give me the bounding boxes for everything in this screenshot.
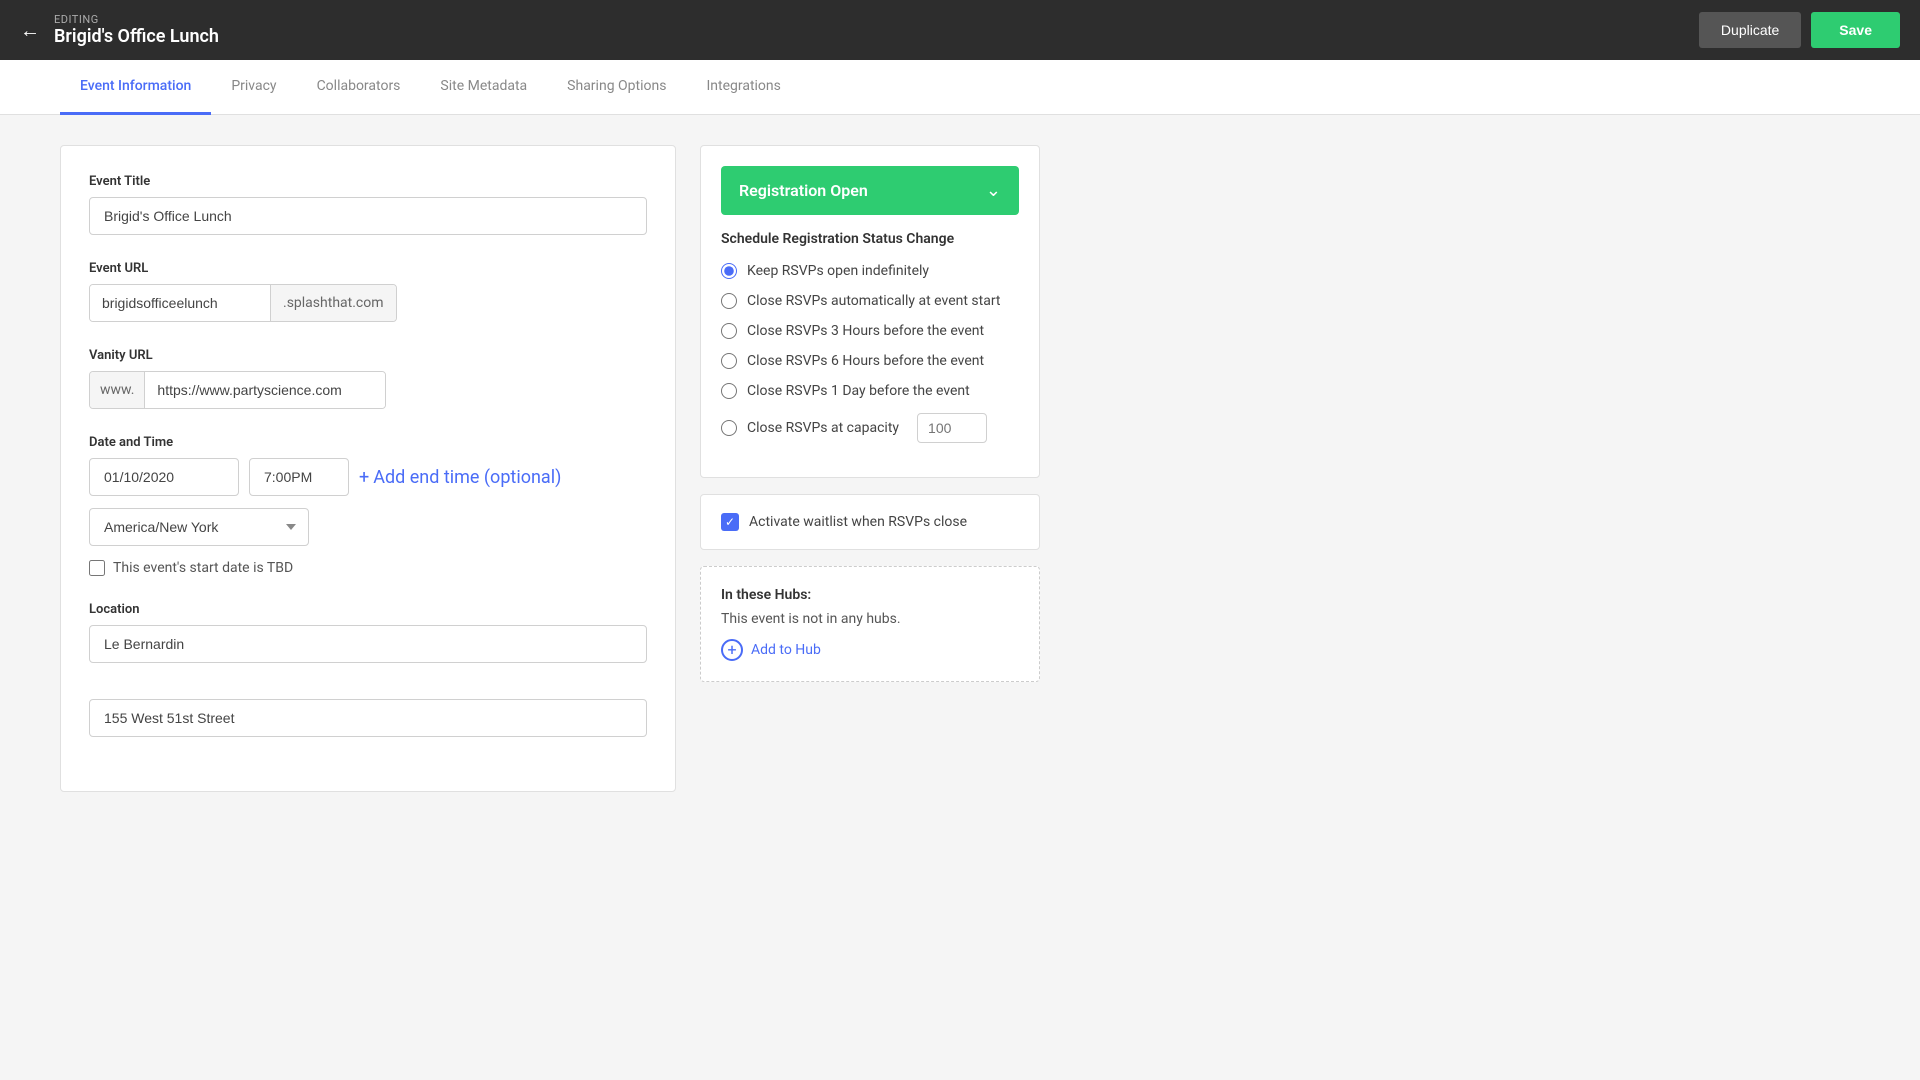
hubs-title: In these Hubs: <box>721 587 1019 603</box>
vanity-url-input[interactable] <box>145 372 385 408</box>
registration-status-dropdown[interactable]: Registration Open ⌄ <box>721 166 1019 215</box>
waitlist-label: Activate waitlist when RSVPs close <box>749 514 967 530</box>
location-input[interactable] <box>89 625 647 663</box>
radio-close-capacity-label: Close RSVPs at capacity <box>747 420 899 436</box>
chevron-down-icon: ⌄ <box>986 180 1001 201</box>
plus-circle-icon: + <box>721 639 743 661</box>
time-input[interactable] <box>249 458 349 496</box>
event-url-wrapper: .splashthat.com <box>89 284 397 322</box>
header-title-group: EDITING Brigid's Office Lunch <box>54 13 219 47</box>
tabs-nav: Event Information Privacy Collaborators … <box>0 60 1920 115</box>
radio-option-5[interactable]: Close RSVPs 1 Day before the event <box>721 383 1019 399</box>
event-url-label: Event URL <box>89 261 647 276</box>
header: ← EDITING Brigid's Office Lunch Duplicat… <box>0 0 1920 60</box>
tbd-checkbox[interactable] <box>89 560 105 576</box>
radio-keep-open[interactable] <box>721 263 737 279</box>
tbd-row: This event's start date is TBD <box>89 560 647 576</box>
datetime-label: Date and Time <box>89 435 647 450</box>
address-group <box>89 699 647 737</box>
radio-option-1[interactable]: Keep RSVPs open indefinitely <box>721 263 1019 279</box>
radio-close-1d[interactable] <box>721 383 737 399</box>
waitlist-checkbox[interactable]: ✓ <box>721 513 739 531</box>
event-title-input[interactable] <box>89 197 647 235</box>
tab-integrations[interactable]: Integrations <box>686 60 800 115</box>
radio-keep-open-label: Keep RSVPs open indefinitely <box>747 263 929 279</box>
waitlist-row: ✓ Activate waitlist when RSVPs close <box>700 494 1040 550</box>
header-left: ← EDITING Brigid's Office Lunch <box>20 13 219 47</box>
tab-privacy[interactable]: Privacy <box>211 60 296 115</box>
registration-status-card: Registration Open ⌄ Schedule Registratio… <box>700 145 1040 478</box>
url-suffix: .splashthat.com <box>270 285 396 321</box>
hubs-desc: This event is not in any hubs. <box>721 611 1019 627</box>
header-right: Duplicate Save <box>1699 12 1900 48</box>
location-label: Location <box>89 602 647 617</box>
radio-close-event-start[interactable] <box>721 293 737 309</box>
left-panel: Event Title Event URL .splashthat.com Va… <box>60 145 676 792</box>
back-button[interactable]: ← <box>20 18 40 43</box>
radio-option-3[interactable]: Close RSVPs 3 Hours before the event <box>721 323 1019 339</box>
event-title-group: Event Title <box>89 174 647 235</box>
add-to-hub-button[interactable]: + Add to Hub <box>721 639 1019 661</box>
radio-option-4[interactable]: Close RSVPs 6 Hours before the event <box>721 353 1019 369</box>
vanity-prefix: www. <box>90 372 145 408</box>
radio-close-3h-label: Close RSVPs 3 Hours before the event <box>747 323 984 339</box>
tab-site-metadata[interactable]: Site Metadata <box>420 60 547 115</box>
schedule-title: Schedule Registration Status Change <box>721 231 1019 247</box>
radio-close-6h-label: Close RSVPs 6 Hours before the event <box>747 353 984 369</box>
vanity-url-label: Vanity URL <box>89 348 647 363</box>
tab-collaborators[interactable]: Collaborators <box>297 60 421 115</box>
tab-sharing-options[interactable]: Sharing Options <box>547 60 686 115</box>
main-content: Event Title Event URL .splashthat.com Va… <box>0 115 1100 822</box>
plus-icon: + <box>359 467 369 488</box>
hubs-card: In these Hubs: This event is not in any … <box>700 566 1040 682</box>
event-title-label: Event Title <box>89 174 647 189</box>
capacity-input[interactable] <box>917 413 987 443</box>
tab-event-information[interactable]: Event Information <box>60 60 211 115</box>
add-end-time-button[interactable]: + Add end time (optional) <box>359 467 561 488</box>
radio-close-event-start-label: Close RSVPs automatically at event start <box>747 293 1000 309</box>
registration-status-text: Registration Open <box>739 181 868 200</box>
add-end-time-label: Add end time (optional) <box>373 467 561 488</box>
radio-close-capacity[interactable] <box>721 420 737 436</box>
save-button[interactable]: Save <box>1811 12 1900 48</box>
radio-close-6h[interactable] <box>721 353 737 369</box>
vanity-url-group: Vanity URL www. <box>89 348 647 409</box>
event-url-input[interactable] <box>90 285 270 321</box>
address-input[interactable] <box>89 699 647 737</box>
radio-close-3h[interactable] <box>721 323 737 339</box>
editing-label: EDITING <box>54 13 219 26</box>
vanity-url-wrapper: www. <box>89 371 386 409</box>
datetime-row: + Add end time (optional) <box>89 458 647 496</box>
date-input[interactable] <box>89 458 239 496</box>
duplicate-button[interactable]: Duplicate <box>1699 12 1801 48</box>
datetime-group: Date and Time + Add end time (optional) … <box>89 435 647 576</box>
add-to-hub-label: Add to Hub <box>751 642 821 658</box>
radio-option-2[interactable]: Close RSVPs automatically at event start <box>721 293 1019 309</box>
right-panel: Registration Open ⌄ Schedule Registratio… <box>700 145 1040 792</box>
tbd-label: This event's start date is TBD <box>113 560 293 576</box>
radio-option-6[interactable]: Close RSVPs at capacity <box>721 413 1019 443</box>
location-group: Location <box>89 602 647 673</box>
event-url-group: Event URL .splashthat.com <box>89 261 647 322</box>
radio-close-1d-label: Close RSVPs 1 Day before the event <box>747 383 970 399</box>
event-name-header: Brigid's Office Lunch <box>54 26 219 47</box>
timezone-select[interactable]: America/New York <box>89 508 309 546</box>
